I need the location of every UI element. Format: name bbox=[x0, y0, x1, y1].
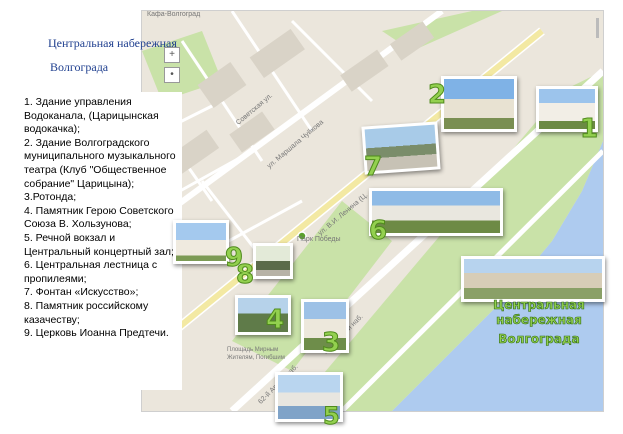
marker-6: 6 bbox=[368, 216, 388, 246]
marker-3: 3 bbox=[321, 328, 341, 358]
photo-cossack-monument[interactable] bbox=[253, 243, 293, 279]
page-title: Центральная набережная bbox=[48, 36, 177, 50]
legend-item: 5. Речной вокзал и Центральный концертны… bbox=[24, 231, 174, 258]
caption-line: Волгограда bbox=[498, 332, 580, 347]
photo-theatre[interactable] bbox=[441, 76, 517, 132]
photo-embankment[interactable] bbox=[461, 256, 605, 302]
marker-1: 1 bbox=[579, 114, 599, 144]
legend-item: 8. Памятник российскому казачеству; bbox=[24, 299, 149, 326]
marker-7: 7 bbox=[363, 152, 383, 182]
marker-4: 4 bbox=[265, 305, 285, 335]
photo-stairway[interactable] bbox=[369, 188, 503, 236]
legend-item: 9. Церковь Иоанна Предтечи. bbox=[24, 327, 169, 340]
photo-church[interactable] bbox=[173, 220, 229, 264]
marker-8: 8 bbox=[235, 260, 255, 290]
legend-item: 3.Ротонда; bbox=[24, 191, 77, 204]
slide: + • Кафа-Волгоград Советская ул. ул. Мар… bbox=[0, 0, 623, 434]
map-label-square: Площадь Мирным Жителям, Погибшим bbox=[227, 347, 285, 361]
legend-item: 4. Памятник Герою Советского Союза В. Хо… bbox=[24, 204, 174, 231]
zoom-out-button[interactable]: • bbox=[164, 67, 180, 83]
page-subtitle: Волгограда bbox=[50, 60, 109, 74]
scrollbar[interactable] bbox=[596, 18, 599, 38]
map-label-park: Парк Победы bbox=[297, 236, 341, 243]
legend-item: 2. Здание Волгоградского муниципального … bbox=[24, 136, 176, 190]
legend-item: 6. Центральная лестница с пропилеями; bbox=[24, 259, 158, 285]
landmark-legend: 1. Здание управления Водоканала, (Царицы… bbox=[24, 96, 178, 341]
legend-item: 1. Здание управления Водоканала, (Царицы… bbox=[24, 96, 159, 136]
map-caption: Центральная набережная Волгограда bbox=[474, 298, 604, 347]
marker-5: 5 bbox=[323, 402, 341, 430]
legend-item: 7. Фонтан «Искусство»; bbox=[24, 286, 139, 299]
marker-2: 2 bbox=[427, 80, 447, 110]
map-label-top: Кафа-Волгоград bbox=[147, 11, 201, 18]
caption-line: Центральная набережная bbox=[493, 298, 585, 328]
